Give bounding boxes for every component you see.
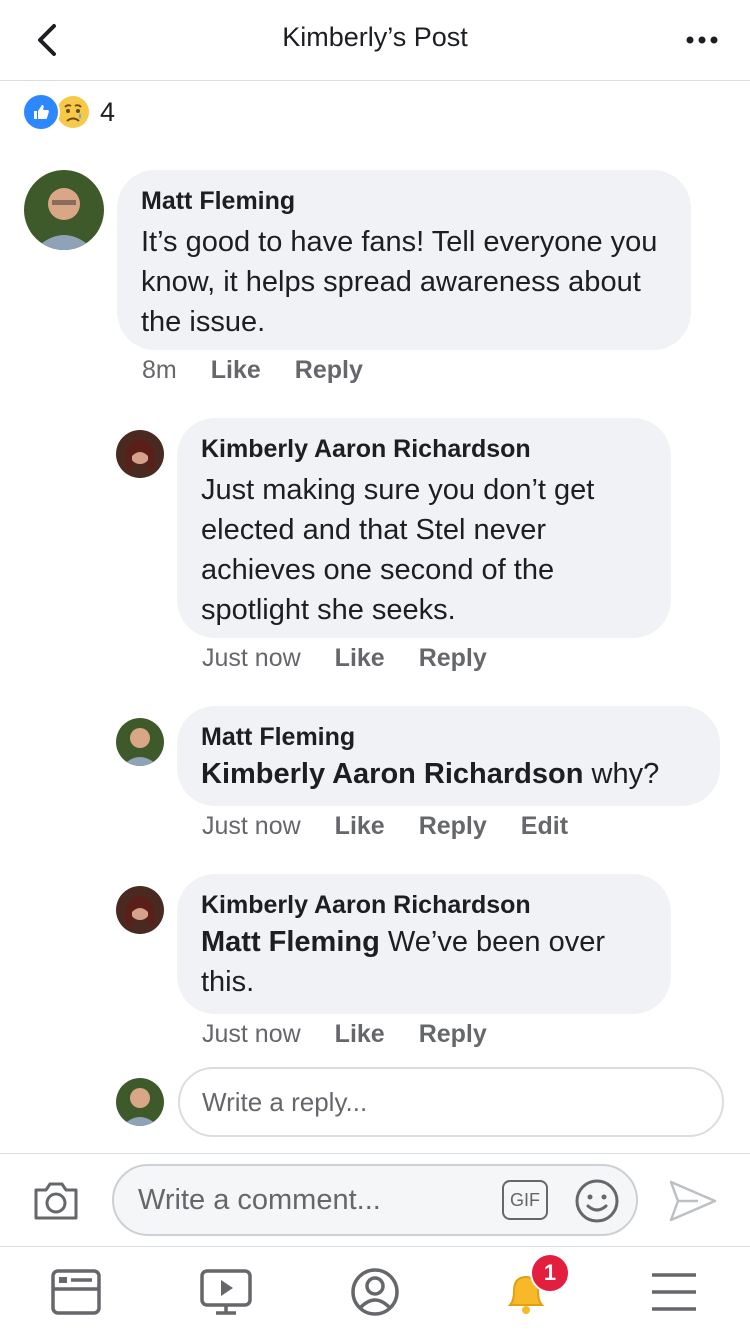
- comment-text: It’s good to have fans! Tell everyone yo…: [141, 226, 658, 338]
- more-options-icon[interactable]: [684, 28, 720, 52]
- comment-text: Kimberly Aaron Richardson why?: [201, 754, 696, 794]
- comment-bubble: Matt Fleming Kimberly Aaron Richardson w…: [177, 706, 720, 806]
- watch-video-icon[interactable]: [198, 1267, 254, 1317]
- comment-time: Just now: [202, 1020, 301, 1048]
- comment-composer: Write a comment... GIF: [0, 1153, 750, 1246]
- comment-author[interactable]: Kimberly Aaron Richardson: [201, 434, 647, 464]
- emoji-icon[interactable]: [574, 1178, 620, 1224]
- comment-input-placeholder: Write a comment...: [138, 1184, 381, 1216]
- comment-actions: Just now Like Reply Edit: [202, 812, 568, 841]
- comment-bubble: Matt Fleming It’s good to have fans! Tel…: [117, 170, 691, 350]
- comment-bubble: Kimberly Aaron Richardson Matt Fleming W…: [177, 874, 671, 1014]
- comment-author[interactable]: Matt Fleming: [201, 722, 696, 752]
- news-feed-icon[interactable]: [48, 1267, 104, 1317]
- comment-actions: Just now Like Reply: [202, 1020, 487, 1049]
- like-button[interactable]: Like: [335, 644, 385, 673]
- reaction-count: 4: [100, 96, 116, 127]
- reply-button[interactable]: Reply: [295, 356, 363, 385]
- edit-button[interactable]: Edit: [521, 812, 568, 841]
- profile-icon[interactable]: [347, 1267, 403, 1317]
- comment-input[interactable]: Write a comment... GIF: [112, 1164, 638, 1236]
- bottom-tab-bar: [0, 1246, 750, 1335]
- comment-actions: Just now Like Reply: [202, 644, 487, 673]
- comment-body: why?: [583, 758, 660, 790]
- reply-input[interactable]: Write a reply...: [178, 1067, 724, 1137]
- reactions-summary[interactable]: 4: [22, 93, 116, 131]
- menu-icon[interactable]: [646, 1267, 702, 1317]
- gif-button[interactable]: GIF: [502, 1180, 548, 1220]
- reply-button[interactable]: Reply: [419, 812, 487, 841]
- avatar[interactable]: [116, 718, 164, 766]
- comment-text: Just making sure you don’t get elected a…: [201, 474, 595, 626]
- like-button[interactable]: Like: [211, 356, 261, 385]
- top-bar: Kimberly’s Post: [0, 0, 750, 81]
- comment-text: Matt Fleming We’ve been over this.: [201, 922, 647, 1002]
- comment-actions: 8m Like Reply: [142, 356, 363, 385]
- avatar[interactable]: [116, 886, 164, 934]
- like-button[interactable]: Like: [335, 1020, 385, 1049]
- page-title: Kimberly’s Post: [282, 22, 468, 52]
- avatar[interactable]: [116, 430, 164, 478]
- camera-icon[interactable]: [32, 1180, 80, 1222]
- comment-time: 8m: [142, 356, 177, 384]
- notification-badge: 1: [530, 1253, 570, 1293]
- like-reaction-icon: [22, 93, 60, 131]
- comment-author[interactable]: Kimberly Aaron Richardson: [201, 890, 647, 920]
- like-button[interactable]: Like: [335, 812, 385, 841]
- mention-link[interactable]: Kimberly Aaron Richardson: [201, 758, 583, 790]
- comment-bubble: Kimberly Aaron Richardson Just making su…: [177, 418, 671, 638]
- comment-author[interactable]: Matt Fleming: [141, 186, 667, 216]
- mention-link[interactable]: Matt Fleming: [201, 926, 380, 958]
- reply-button[interactable]: Reply: [419, 1020, 487, 1049]
- reply-button[interactable]: Reply: [419, 644, 487, 673]
- send-icon[interactable]: [668, 1178, 718, 1224]
- avatar[interactable]: [24, 170, 104, 250]
- avatar: [116, 1078, 164, 1126]
- comment-time: Just now: [202, 812, 301, 840]
- comment-time: Just now: [202, 644, 301, 672]
